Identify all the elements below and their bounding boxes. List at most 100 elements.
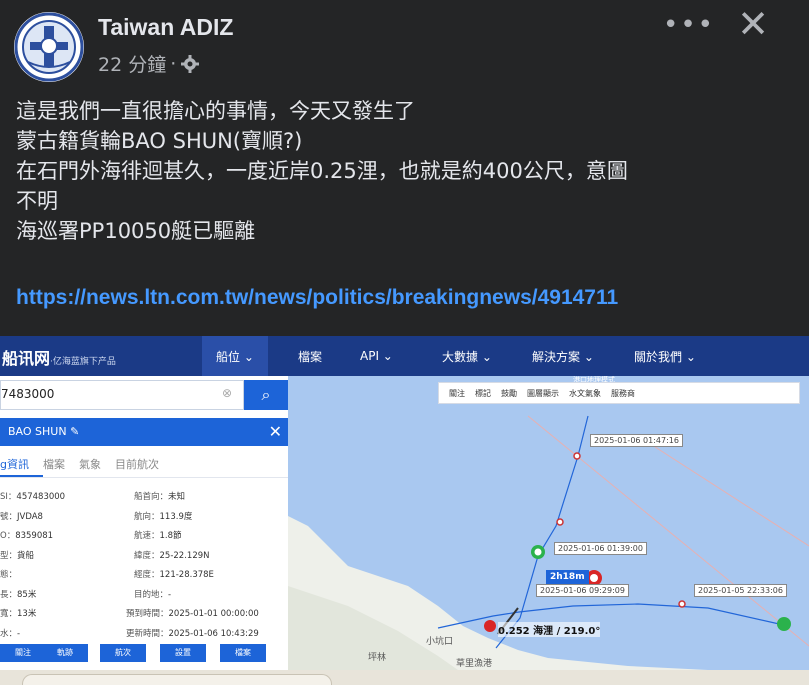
field-key: 目的地：: [134, 589, 169, 600]
field-key: 預到時間：: [126, 609, 169, 619]
ship-field-right: 航速：1.8節: [134, 529, 182, 541]
post-line: 這是我們一直很擔心的事情，今天又發生了: [16, 99, 415, 123]
site-brand: 船讯网·亿海蓝旗下产品: [2, 345, 116, 369]
ship-tabs: g資訊 檔案 氣象 目前航次: [0, 446, 288, 478]
ship-field-right: 緯度：25-22.129N: [134, 549, 210, 561]
ship-field-left: 水：-: [0, 627, 20, 639]
field-value: 貨船: [17, 550, 35, 561]
map-toolbar: 關注 標記 鼓勵 圖層顯示 水文氣象 服務商: [438, 382, 800, 404]
post-line: 在石門外海徘迴甚久，一度近岸0.25浬，也就是約400公尺，意圖: [16, 159, 628, 183]
field-value: 121-28.378E: [159, 570, 214, 580]
warning-marker-icon: [484, 620, 496, 632]
tool-layers: 圖層顯示: [527, 388, 559, 398]
field-key: SI：: [0, 492, 17, 502]
field-key: 經度：: [134, 570, 160, 580]
close-button[interactable]: ✕: [737, 2, 769, 46]
brand-sub: ·亿海蓝旗下产品: [50, 357, 116, 367]
field-value: 113.9度: [159, 511, 193, 522]
timestamp-tag: 2025-01-06 01:47:16: [590, 434, 683, 447]
nav-big-data: 大數據 ⌄: [442, 349, 492, 364]
ship-field-right: 目的地：-: [134, 588, 171, 600]
timestamp-tag: 2025-01-05 22:33:06: [694, 584, 787, 597]
field-value: 457483000: [16, 492, 66, 502]
field-key: 更新時間：: [126, 628, 169, 639]
tool-mark: 標記: [475, 388, 491, 398]
tool-provider: 服務商: [611, 388, 635, 398]
distance-label: 0.252 海浬 / 219.0°: [498, 622, 601, 637]
comment-area-edge: [0, 670, 809, 685]
action-archive: 檔案: [220, 644, 266, 662]
facebook-post: Taiwan ADIZ 22 分鐘 · ••• ✕ 這是我們一直很擔心的事情，今…: [0, 0, 809, 685]
field-key: 號：: [0, 511, 18, 522]
ship-field-left: 號：JVDA8: [0, 510, 43, 522]
ship-field-left: 型：貨船: [0, 549, 34, 561]
search-icon: ⌕: [244, 380, 288, 410]
track-point: [678, 600, 686, 608]
site-top-bar: 船讯网·亿海蓝旗下产品 船位 ⌄ 檔案 API ⌄ 大數據 ⌄ 解決方案 ⌄ 關…: [0, 336, 809, 376]
field-key: 水：: [0, 628, 18, 639]
field-value: -: [17, 628, 21, 639]
ship-marker-icon: [590, 574, 598, 582]
ship-name-header: BAO SHUN ✎ ✕: [0, 418, 288, 446]
field-value: -: [168, 589, 172, 600]
ship-field-left: O：8359081: [0, 529, 53, 541]
timestamp-tag: 2025-01-06 01:39:00: [554, 542, 647, 555]
ship-field-right: 經度：121-28.378E: [134, 568, 214, 580]
ship-name: BAO SHUN: [8, 425, 67, 438]
place-label: 坪林: [368, 651, 386, 663]
gear-icon: [181, 54, 200, 73]
field-key: 態：: [0, 570, 18, 580]
news-link[interactable]: https://news.ltn.com.tw/news/politics/br…: [16, 286, 618, 310]
field-value: 13米: [17, 609, 37, 619]
field-key: O：: [0, 531, 16, 541]
field-value: 25-22.129N: [159, 550, 210, 561]
tab-weather: 氣象: [78, 458, 101, 471]
field-key: 航向：: [134, 511, 160, 522]
ship-info-panel: 7483000 ⊗ ⌕ BAO SHUN ✎ ✕ g資訊 檔案 氣象 目前航次 …: [0, 376, 288, 670]
close-panel-icon: ✕: [268, 422, 282, 441]
field-value: JVDA8: [17, 511, 43, 522]
field-value: 2025-01-06 10:43:29: [168, 628, 259, 639]
nav-about: 關於我們 ⌄: [634, 349, 696, 364]
field-value: 1.8節: [159, 531, 182, 541]
action-follow: 關注: [0, 644, 46, 662]
place-label: 草里漁港: [456, 657, 492, 669]
field-key: 寬：: [0, 609, 18, 619]
field-key: 緯度：: [134, 550, 160, 561]
field-key: 航速：: [134, 531, 160, 541]
page-name[interactable]: Taiwan ADIZ: [98, 14, 233, 41]
field-value: 未知: [168, 492, 186, 502]
ship-field-right: 預到時間：2025-01-01 00:00:00: [126, 607, 259, 619]
page-avatar[interactable]: [14, 12, 84, 82]
comment-box-edge: [22, 674, 332, 685]
ship-search-input: 7483000: [0, 380, 244, 410]
tab-voyage: 目前航次: [114, 458, 159, 471]
timestamp-tag: 2025-01-06 09:29:09: [536, 584, 629, 597]
more-options-button[interactable]: •••: [663, 10, 715, 40]
ship-actions: 關注 軌跡 航次 設置 檔案: [0, 644, 288, 664]
track-point: [556, 518, 564, 526]
ship-field-right: 更新時間：2025-01-06 10:43:29: [126, 627, 259, 639]
field-value: 85米: [17, 589, 37, 600]
ship-field-left: 態：: [0, 568, 17, 580]
field-value: 2025-01-01 00:00:00: [168, 609, 259, 619]
post-text: 這是我們一直很擔心的事情，今天又發生了 蒙古籍貨輪BAO SHUN(寶順?) 在…: [16, 96, 796, 246]
ship-field-left: 寬：13米: [0, 607, 36, 619]
tab-info: g資訊: [0, 446, 43, 477]
track-point: [573, 452, 581, 460]
post-line: 不明: [16, 189, 58, 213]
post-time[interactable]: 22 分鐘: [98, 50, 166, 77]
nav-api: API ⌄: [360, 349, 393, 363]
post-meta: 22 分鐘 ·: [98, 50, 200, 77]
nav-solutions: 解決方案 ⌄: [532, 349, 594, 364]
attached-screenshot[interactable]: 船讯网·亿海蓝旗下产品 船位 ⌄ 檔案 API ⌄ 大數據 ⌄ 解決方案 ⌄ 關…: [0, 336, 809, 670]
end-marker-icon: [777, 617, 791, 631]
clear-search-icon: ⊗: [222, 386, 233, 400]
field-key: 船首向：: [134, 492, 169, 502]
nav-archive: 檔案: [298, 349, 323, 364]
field-key: 型：: [0, 550, 18, 561]
field-value: 8359081: [15, 531, 54, 541]
ship-field-right: 航向：113.9度: [134, 510, 192, 522]
post-line: 蒙古籍貨輪BAO SHUN(寶順?): [16, 129, 303, 153]
place-label: 小坑口: [426, 635, 453, 647]
